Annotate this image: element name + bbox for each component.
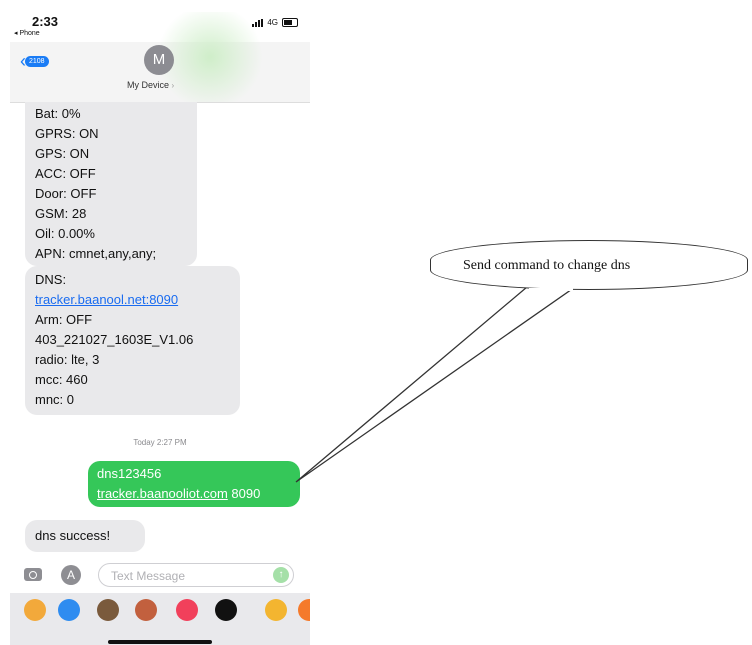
dns-link[interactable]: tracker.baanool.net:8090: [35, 290, 230, 310]
message-line: Door: OFF: [35, 186, 97, 201]
message-line: radio: lte, 3: [35, 352, 100, 367]
back-button[interactable]: ‹ 2108: [20, 52, 49, 70]
status-time: 2:33: [32, 14, 59, 29]
contact-name-label: My Device: [127, 80, 170, 90]
message-line: Oil: 0.00%: [35, 226, 95, 241]
message-line: Bat: 0%: [35, 106, 81, 121]
message-line: Arm: OFF: [35, 312, 93, 327]
message-line: GSM: 28: [35, 206, 87, 221]
sent-link[interactable]: tracker.baanooliot.com: [97, 486, 228, 501]
received-message-status[interactable]: Bat: 0% GPRS: ON GPS: ON ACC: OFF Door: …: [25, 102, 197, 266]
message-line: GPRS: ON: [35, 126, 99, 141]
app-store-icon[interactable]: A: [61, 565, 81, 585]
memoji-app-icon[interactable]: [97, 599, 119, 621]
conversation-header: ‹ 2108 M My Device ›: [10, 12, 310, 103]
app-drawer: [10, 593, 310, 645]
message-line: GPS: ON: [35, 146, 90, 161]
message-line: tracker.baanooliot.com 8090: [97, 484, 291, 504]
message-line: APN: cmnet,any,any;: [35, 246, 157, 261]
music-app-icon[interactable]: [176, 599, 198, 621]
chevron-right-icon: ›: [171, 81, 175, 90]
annotation-text: Send command to change dns: [463, 258, 631, 273]
camera-icon[interactable]: [24, 568, 42, 581]
message-line: dns123456: [97, 466, 162, 481]
heart-app-icon[interactable]: [215, 599, 237, 621]
message-line: ACC: OFF: [35, 166, 96, 181]
sent-message[interactable]: dns123456 tracker.baanooliot.com 8090: [88, 461, 300, 507]
sent-port: 8090: [227, 486, 261, 501]
avatar[interactable]: M: [144, 45, 174, 75]
unread-badge: 2108: [25, 55, 49, 67]
message-input[interactable]: Text Message ↑: [98, 563, 294, 587]
message-timestamp: Today 2:27 PM: [133, 438, 187, 447]
composer: A Text Message ↑: [10, 560, 310, 590]
message-line: DNS:: [35, 272, 67, 287]
back-to-phone-link[interactable]: ◂ Phone: [14, 29, 40, 37]
orange-app-icon[interactable]: [298, 599, 310, 621]
message-line: mnc: 0: [35, 392, 75, 407]
memoji-2-app-icon[interactable]: [135, 599, 157, 621]
battery-icon: [282, 18, 298, 27]
phone-screen: 2:33 ◂ Phone 4G ‹ 2108 M My Device › Bat…: [10, 8, 310, 645]
contact-name[interactable]: My Device ›: [127, 80, 174, 90]
annotation-callout: Send command to change dns: [430, 240, 748, 290]
app-store-app-icon[interactable]: [58, 599, 80, 621]
send-arrow-icon[interactable]: ↑: [273, 567, 289, 583]
message-placeholder: Text Message: [111, 569, 186, 583]
message-line: mcc: 460: [35, 372, 88, 387]
received-message-config[interactable]: DNS: tracker.baanool.net:8090 Arm: OFF 4…: [25, 266, 240, 415]
received-message-success[interactable]: dns success!: [25, 520, 145, 552]
yellow-app-icon[interactable]: [265, 599, 287, 621]
home-indicator[interactable]: [108, 640, 212, 644]
message-line: 403_221027_1603E_V1.06: [35, 332, 194, 347]
photos-app-icon[interactable]: [24, 599, 46, 621]
